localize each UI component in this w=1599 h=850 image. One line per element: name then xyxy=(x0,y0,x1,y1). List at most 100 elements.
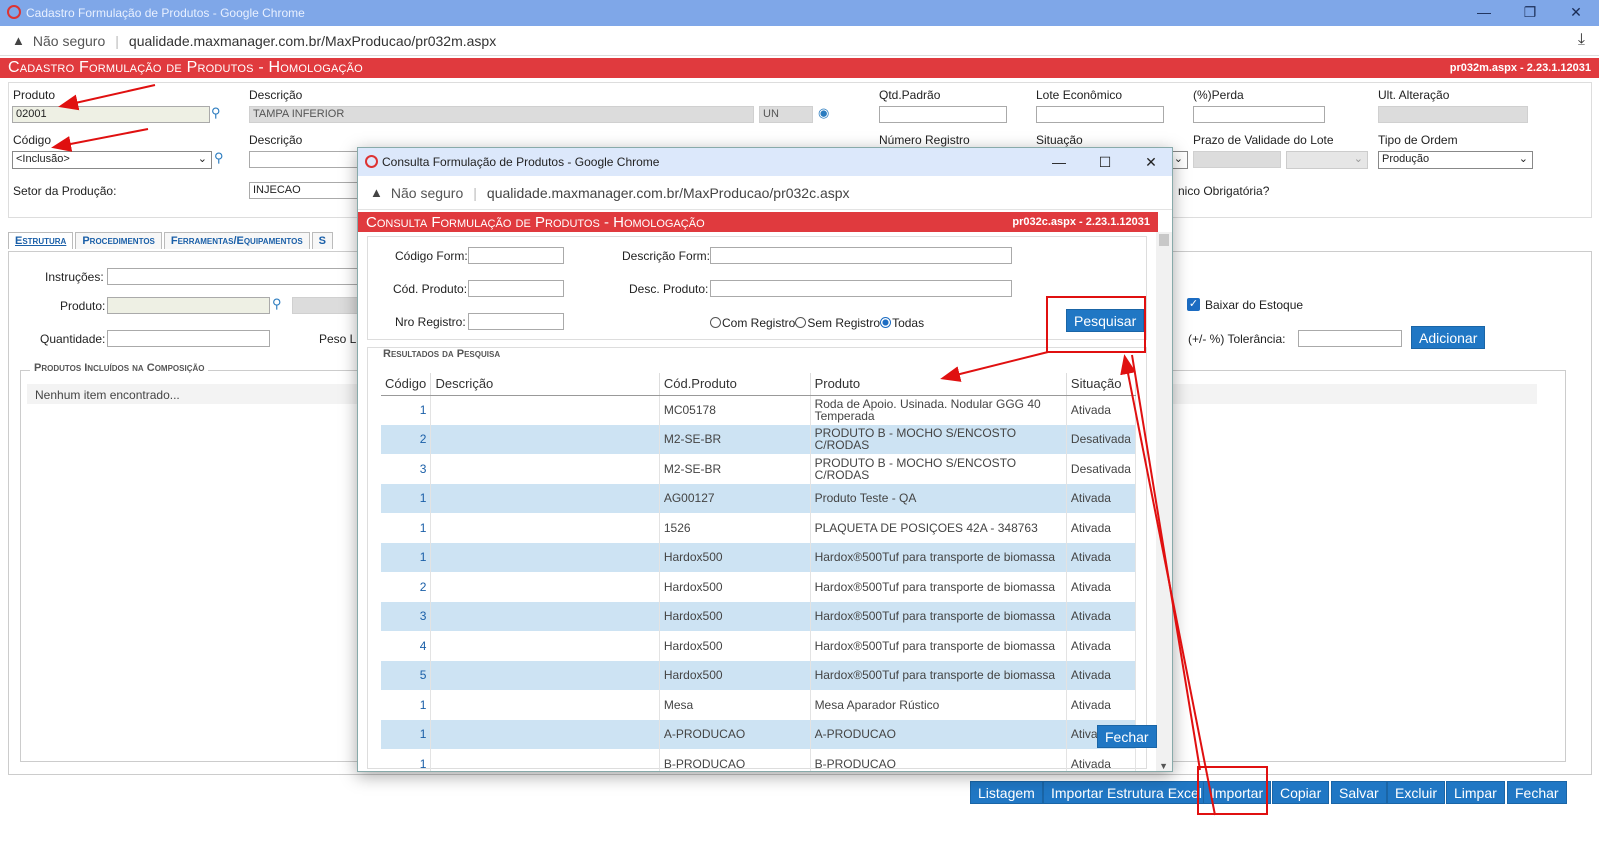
table-row[interactable]: 2 Hardox500 Hardox®500Tuf para transporte … xyxy=(381,572,1137,602)
cell-produto: Hardox®500Tuf para transporte de biomass… xyxy=(810,542,1067,572)
popup-address-bar[interactable]: ▲ Não seguro | qualidade.maxmanager.com.… xyxy=(358,176,1172,210)
tab-ferramentas[interactable]: Ferramentas/Equipamentos xyxy=(163,232,310,249)
cell-cod-produto: M2-SE-BR xyxy=(659,454,811,484)
produto-search-icon[interactable]: ⚲ xyxy=(211,105,221,121)
tab-s[interactable]: S xyxy=(311,232,334,249)
table-row[interactable]: 1 MC05178 Roda de Apoio. Usinada. Nodular … xyxy=(381,395,1137,425)
cell-descricao xyxy=(430,454,660,484)
codigo-form-input[interactable] xyxy=(468,247,564,264)
radio-todas[interactable] xyxy=(880,317,892,328)
table-row[interactable]: 1 Mesa Mesa Aparador Rústico Ativada xyxy=(381,690,1137,720)
scroll-thumb[interactable] xyxy=(1159,234,1169,246)
cell-codigo: 5 xyxy=(381,660,432,690)
radio-com-registro[interactable] xyxy=(710,317,721,328)
chevron-down-icon: ⌄ xyxy=(1173,153,1183,165)
descricao2-input[interactable] xyxy=(249,151,359,168)
close-icon[interactable]: ✕ xyxy=(1553,0,1599,26)
listagem-button[interactable]: Listagem xyxy=(970,781,1043,804)
popup-url-text[interactable]: qualidade.maxmanager.com.br/MaxProducao/… xyxy=(487,185,850,201)
produto-input[interactable]: 02001 xyxy=(12,106,210,123)
setor-input[interactable]: INJECAO xyxy=(249,182,359,199)
fechar-button[interactable]: Fechar xyxy=(1507,781,1567,804)
download-icon[interactable]: ⤓ xyxy=(1578,31,1585,49)
estrutura-produto-search-icon[interactable]: ⚲ xyxy=(272,296,282,312)
tipo-ordem-select[interactable]: Produção ⌄ xyxy=(1378,151,1533,169)
situacao-label: Situação xyxy=(1036,133,1083,147)
limpar-button[interactable]: Limpar xyxy=(1446,781,1505,804)
col-descricao[interactable]: Descrição xyxy=(430,373,660,396)
table-row[interactable]: 1 B-PRODUCAO B-PRODUCAO Ativada xyxy=(381,749,1137,771)
lote-economico-input[interactable] xyxy=(1036,106,1164,123)
cod-produto-input[interactable] xyxy=(468,280,564,297)
url-text[interactable]: qualidade.maxmanager.com.br/MaxProducao/… xyxy=(129,33,496,49)
cell-produto: B-PRODUCAO xyxy=(810,749,1067,771)
cell-descricao xyxy=(430,601,660,631)
table-row[interactable]: 1 Hardox500 Hardox®500Tuf para transporte … xyxy=(381,542,1137,572)
col-codigo[interactable]: Código xyxy=(381,373,432,396)
binoculars-icon[interactable]: ◉ xyxy=(818,105,829,121)
results-table: Código Descrição Cód.Produto Produto Sit… xyxy=(381,373,1137,771)
tab-estrutura[interactable]: Estrutura xyxy=(8,232,74,249)
cell-codigo: 1 xyxy=(381,483,432,513)
instrucoes-input[interactable] xyxy=(107,268,362,285)
table-row[interactable]: 3 Hardox500 Hardox®500Tuf para transporte … xyxy=(381,601,1137,631)
peso-label: Peso Lí xyxy=(319,332,360,346)
cell-situacao: Ativada xyxy=(1066,601,1137,631)
cell-cod-produto: Hardox500 xyxy=(659,631,811,661)
tab-procedimentos[interactable]: Procedimentos xyxy=(75,232,162,249)
cell-descricao xyxy=(430,749,660,771)
tolerancia-input[interactable] xyxy=(1298,330,1402,347)
table-row[interactable]: 1 A-PRODUCAO A-PRODUCAO Ativa xyxy=(381,719,1137,749)
app-logo-icon xyxy=(365,155,378,168)
restore-icon[interactable]: ❐ xyxy=(1507,0,1553,26)
table-row[interactable]: 2 M2-SE-BR PRODUTO B - MOCHO S/ENCOSTO C/R… xyxy=(381,424,1137,454)
chevron-down-icon: ⌄ xyxy=(1518,153,1528,165)
col-produto[interactable]: Produto xyxy=(810,373,1067,396)
cell-codigo: 4 xyxy=(381,631,432,661)
radio-sem-registro[interactable] xyxy=(795,317,807,328)
address-bar[interactable]: ▲ Não seguro | qualidade.maxmanager.com.… xyxy=(0,26,1599,56)
qtd-padrao-input[interactable] xyxy=(879,106,1007,123)
adicionar-button[interactable]: Adicionar xyxy=(1411,326,1486,349)
col-cod-produto[interactable]: Cód.Produto xyxy=(659,373,811,396)
cell-produto: Hardox®500Tuf para transporte de biomass… xyxy=(810,601,1067,631)
cell-codigo: 1 xyxy=(381,395,432,425)
cell-codigo: 1 xyxy=(381,719,432,749)
prazo-unidade-select: ⌄ xyxy=(1286,151,1368,169)
col-situacao[interactable]: Situação xyxy=(1066,373,1137,396)
close-icon[interactable]: ✕ xyxy=(1128,148,1172,176)
popup-scrollbar[interactable]: ▼ xyxy=(1156,232,1172,771)
excluir-button[interactable]: Excluir xyxy=(1387,781,1446,804)
popup-fechar-button[interactable]: Fechar xyxy=(1097,725,1157,748)
codigo-select[interactable]: <Inclusão> ⌄ xyxy=(12,151,212,169)
desc-produto-label: Desc. Produto: xyxy=(629,282,709,296)
table-row[interactable]: 1 AG00127 Produto Teste - QA Ativada xyxy=(381,483,1137,513)
annotation-box-pesquisar xyxy=(1046,296,1146,353)
table-row[interactable]: 1 1526 PLAQUETA DE POSIÇOES 42A - 348763 At… xyxy=(381,513,1137,543)
copiar-button[interactable]: Copiar xyxy=(1272,781,1330,804)
perda-input[interactable] xyxy=(1193,106,1325,123)
salvar-button[interactable]: Salvar xyxy=(1331,781,1387,804)
codigo-search-icon[interactable]: ⚲ xyxy=(214,150,224,166)
importar-excel-button[interactable]: Importar Estrutura Excel xyxy=(1043,781,1210,804)
quantidade-input[interactable] xyxy=(107,330,270,347)
cell-codigo: 3 xyxy=(381,601,432,631)
minimize-icon[interactable]: — xyxy=(1461,0,1507,26)
descricao-form-input[interactable] xyxy=(710,247,1012,264)
maximize-icon[interactable]: ☐ xyxy=(1082,148,1128,176)
codigo-form-label: Código Form: xyxy=(395,249,468,263)
perda-label: (%)Perda xyxy=(1193,88,1244,102)
codigo-select-value: <Inclusão> xyxy=(16,153,70,165)
cell-situacao: Desativada xyxy=(1066,424,1137,454)
table-row[interactable]: 4 Hardox500 Hardox®500Tuf para transporte … xyxy=(381,631,1137,661)
table-row[interactable]: 5 Hardox500 Hardox®500Tuf para transporte … xyxy=(381,660,1137,690)
desc-produto-input[interactable] xyxy=(710,280,1012,297)
minimize-icon[interactable]: — xyxy=(1036,148,1082,176)
table-row[interactable]: 3 M2-SE-BR PRODUTO B - MOCHO S/ENCOSTO C/R… xyxy=(381,454,1137,484)
cell-situacao: Ativada xyxy=(1066,749,1137,771)
nro-registro-input[interactable] xyxy=(468,313,564,330)
estrutura-produto-input[interactable] xyxy=(107,297,270,314)
cell-cod-produto: B-PRODUCAO xyxy=(659,749,811,771)
scroll-down-icon[interactable]: ▼ xyxy=(1159,761,1168,771)
baixar-estoque-checkbox[interactable]: ✓ xyxy=(1187,298,1200,311)
